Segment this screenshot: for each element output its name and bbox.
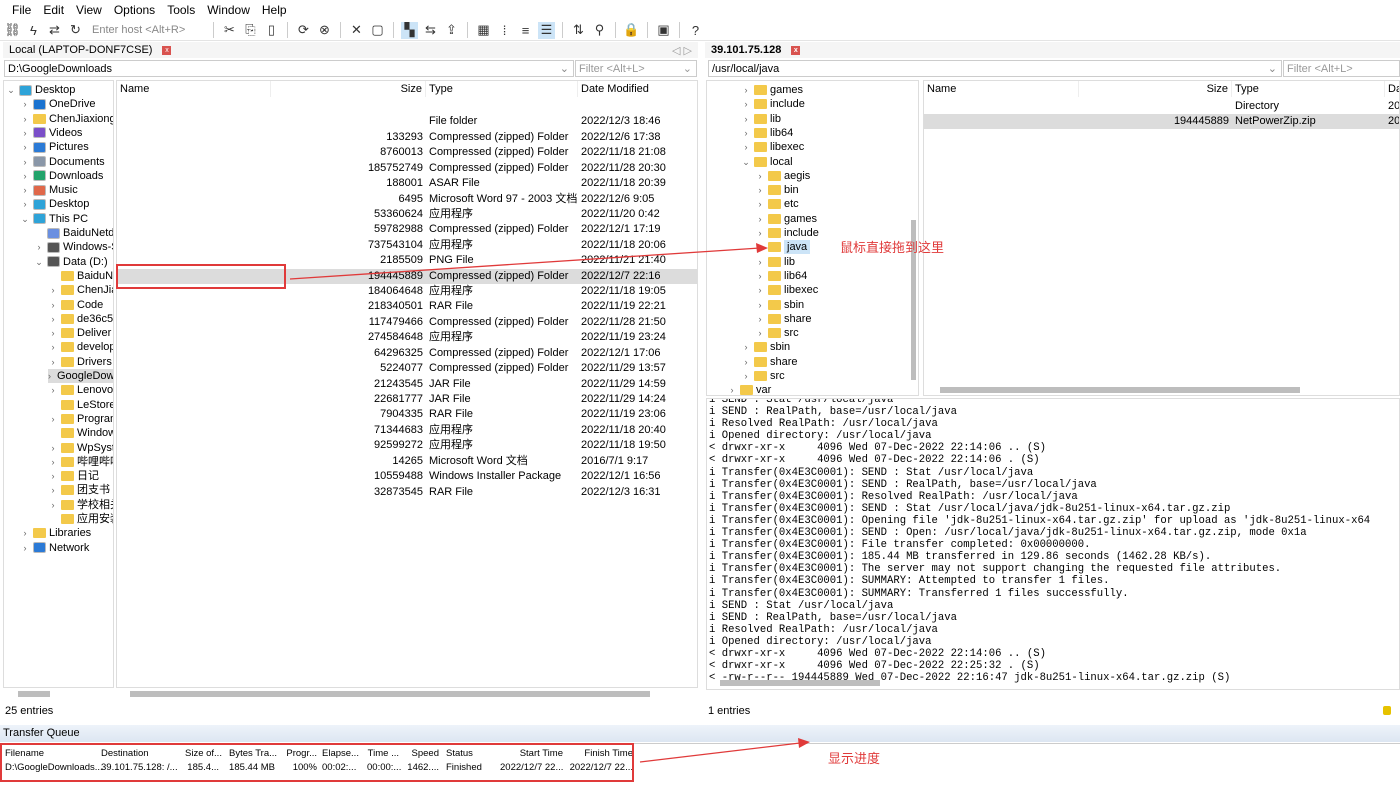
progress-arrow xyxy=(639,742,801,763)
drag-arrowhead-icon xyxy=(756,243,768,253)
progress-annotation: 显示进度 xyxy=(828,751,881,766)
progress-arrowhead-icon xyxy=(798,738,810,748)
drag-annotation: 鼠标直接拖到这里 xyxy=(840,240,945,255)
annotation-arrows xyxy=(289,243,810,763)
drag-arrow xyxy=(289,247,761,280)
